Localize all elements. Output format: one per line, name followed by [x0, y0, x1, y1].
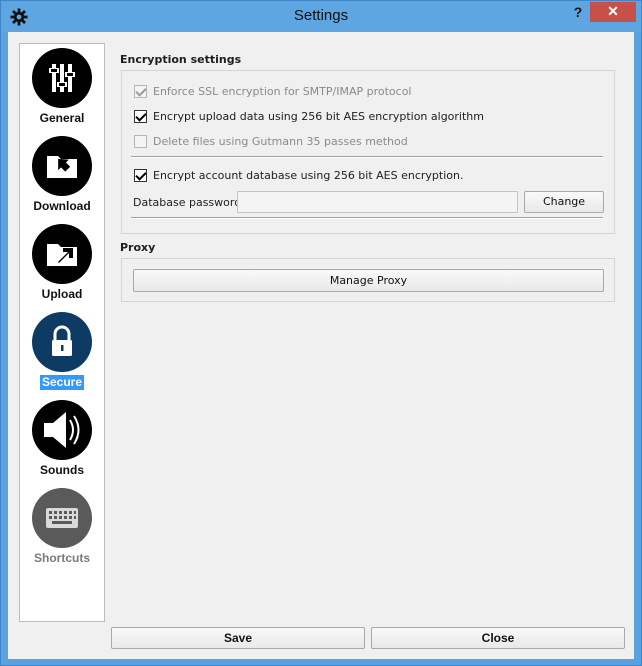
sidebar-item-download[interactable]: Download — [20, 136, 104, 224]
sidebar-item-sounds[interactable]: Sounds — [20, 400, 104, 488]
sidebar-item-secure[interactable]: Secure — [20, 312, 104, 400]
ssl-checkbox-row[interactable]: Enforce SSL encryption for SMTP/IMAP pro… — [134, 83, 412, 99]
sidebar-item-label: General — [39, 111, 85, 125]
sidebar-item-label: Secure — [39, 375, 85, 390]
gutmann-checkbox-row[interactable]: Delete files using Gutmann 35 passes met… — [134, 133, 408, 149]
speaker-icon — [32, 400, 92, 460]
manage-proxy-button[interactable]: Manage Proxy — [133, 269, 604, 292]
separator-line — [131, 156, 603, 158]
keyboard-icon — [32, 488, 92, 548]
encryption-group: Enforce SSL encryption for SMTP/IMAP pro… — [121, 70, 615, 234]
sidebar-item-label: Sounds — [40, 463, 84, 477]
sidebar-item-label: Upload — [41, 287, 83, 301]
account-db-checkbox[interactable] — [134, 168, 147, 182]
save-button[interactable]: Save — [111, 627, 365, 649]
help-button[interactable]: ? — [567, 4, 589, 24]
change-password-button[interactable]: Change — [524, 191, 604, 213]
sidebar-item-label: Shortcuts — [33, 551, 90, 565]
gutmann-checkbox-label: Delete files using Gutmann 35 passes met… — [153, 134, 408, 148]
encryption-section-title: Encryption settings — [120, 53, 242, 66]
proxy-section-title: Proxy — [120, 241, 156, 254]
close-button[interactable]: Close — [371, 627, 625, 649]
settings-window: Settings ? ✕ General Download Upload Sec… — [0, 0, 642, 666]
title-bar[interactable]: Settings ? ✕ — [1, 1, 641, 32]
upload-aes-checkbox[interactable] — [134, 109, 147, 123]
client-area: General Download Upload Secure Sounds Sh… — [8, 32, 634, 659]
database-password-field[interactable] — [237, 191, 518, 213]
separator-line — [131, 217, 603, 219]
ssl-checkbox[interactable] — [134, 84, 147, 98]
window-title: Settings — [293, 7, 349, 24]
lock-icon — [32, 312, 92, 372]
sidebar-item-general[interactable]: General — [20, 48, 104, 136]
upload-aes-checkbox-row[interactable]: Encrypt upload data using 256 bit AES en… — [134, 108, 484, 124]
proxy-group: Manage Proxy — [121, 258, 615, 302]
sidebar-item-label: Download — [33, 199, 91, 213]
folder-upload-icon — [32, 224, 92, 284]
sidebar-item-shortcuts[interactable]: Shortcuts — [20, 488, 104, 576]
gutmann-checkbox[interactable] — [134, 134, 147, 148]
sidebar-item-upload[interactable]: Upload — [20, 224, 104, 312]
folder-download-icon — [32, 136, 92, 196]
account-db-checkbox-row[interactable]: Encrypt account database using 256 bit A… — [134, 167, 463, 183]
upload-aes-checkbox-label: Encrypt upload data using 256 bit AES en… — [153, 109, 484, 123]
account-db-checkbox-label: Encrypt account database using 256 bit A… — [153, 168, 464, 182]
settings-sidebar: General Download Upload Secure Sounds Sh… — [19, 43, 105, 622]
ssl-checkbox-label: Enforce SSL encryption for SMTP/IMAP pro… — [153, 84, 412, 98]
database-password-label: Database password — [133, 196, 242, 209]
window-close-button[interactable]: ✕ — [590, 2, 636, 22]
sliders-icon — [32, 48, 92, 108]
